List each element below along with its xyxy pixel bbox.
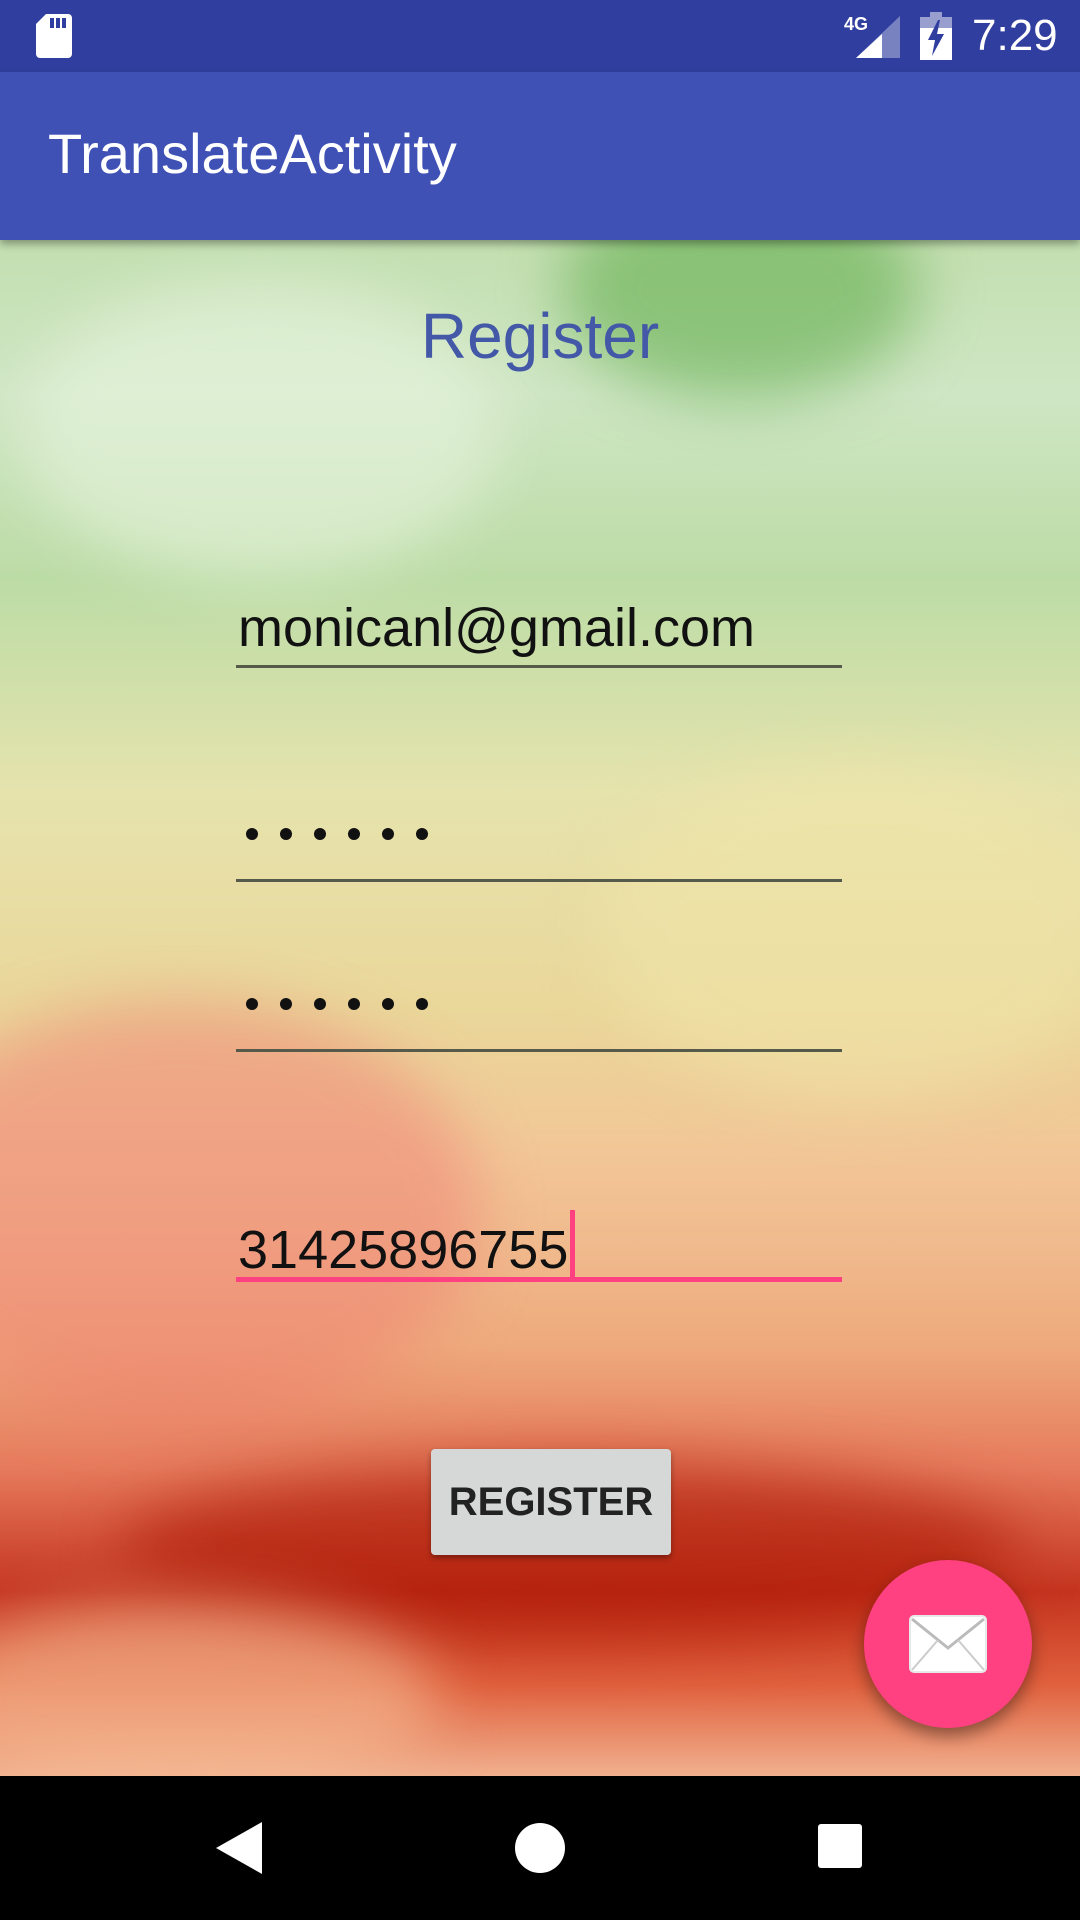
register-form: Register monicanl@gmail.com 31425896755 … — [0, 240, 1080, 1776]
sd-card-icon — [36, 14, 72, 58]
password-dot — [314, 828, 326, 840]
email-fab-button[interactable] — [864, 1560, 1032, 1728]
password-dot — [280, 998, 292, 1010]
screen: 4G 7:29 TranslateActivity Register monic… — [0, 0, 1080, 1920]
confirm-password-mask — [246, 998, 428, 1010]
password-field[interactable] — [236, 806, 842, 882]
password-dot — [416, 998, 428, 1010]
home-icon[interactable] — [512, 1820, 568, 1876]
status-bar: 4G 7:29 — [0, 0, 1080, 72]
signal-4g-icon: 4G — [844, 14, 900, 58]
password-dot — [416, 828, 428, 840]
network-label: 4G — [844, 14, 868, 34]
app-bar: TranslateActivity — [0, 72, 1080, 240]
email-field[interactable]: monicanl@gmail.com — [236, 592, 842, 668]
password-dot — [382, 828, 394, 840]
register-button[interactable]: REGISTER — [431, 1449, 671, 1555]
text-cursor — [570, 1210, 576, 1282]
recents-icon[interactable] — [816, 1822, 864, 1870]
email-value: monicanl@gmail.com — [238, 598, 755, 658]
phone-value: 31425896755 — [238, 1220, 569, 1280]
password-dot — [246, 998, 258, 1010]
mail-icon — [909, 1615, 987, 1673]
password-mask — [246, 828, 428, 840]
back-icon[interactable] — [212, 1820, 264, 1876]
password-dot — [382, 998, 394, 1010]
phone-field[interactable]: 31425896755 — [236, 1206, 842, 1282]
battery-charging-icon — [920, 12, 952, 60]
password-dot — [314, 998, 326, 1010]
status-time: 7:29 — [972, 11, 1058, 60]
confirm-password-field[interactable] — [236, 976, 842, 1052]
app-title: TranslateActivity — [48, 122, 457, 185]
password-dot — [348, 998, 360, 1010]
password-dot — [348, 828, 360, 840]
phone-value-wrapper: 31425896755 — [238, 1210, 576, 1282]
page-title: Register — [420, 300, 660, 372]
password-dot — [246, 828, 258, 840]
password-dot — [280, 828, 292, 840]
navigation-bar — [0, 1776, 1080, 1920]
